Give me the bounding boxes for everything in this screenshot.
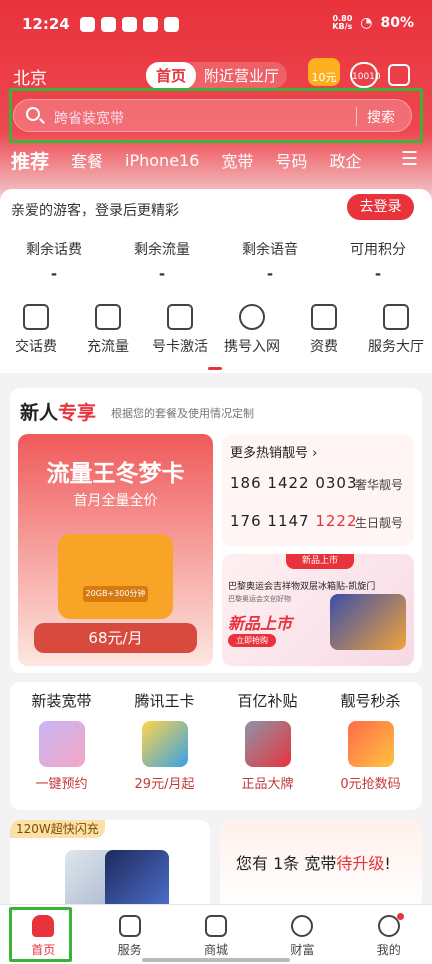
tab-broadband[interactable]: 宽带 [221,148,253,172]
net-speed: 0.80 KB/s [332,14,353,31]
ad-headline: 新品上市 [228,614,293,633]
number-row[interactable]: 176 1147 1222 [230,512,358,530]
highlight-frame-home-tab [9,907,72,962]
stat-balance[interactable]: 剩余话费 - [0,239,108,283]
stat-voice[interactable]: 剩余语音 - [216,239,324,283]
tab-wealth[interactable]: 财富 [259,905,345,964]
promo-title: 流量王冬梦卡 [46,461,185,487]
newcomer-section: 新人专享 根据您的套餐及使用情况定制 流量王冬梦卡 首月全量全价 20GB+30… [10,388,422,673]
tab-mall[interactable]: 商城 [173,905,259,964]
fast-charge-card[interactable]: 120W超快闪充 [10,820,210,910]
new-product-ad[interactable]: 新品上市 巴黎奥运会吉祥物双层冰箱贴-凯旋门 巴黎奥运会文创好物 新品上市 立即… [222,554,414,666]
mode-toggle[interactable]: 首页 附近营业厅 [146,61,288,89]
router-image [38,721,85,767]
quick-service-hall[interactable]: 服务大厅 [360,304,432,356]
tab-home-mode[interactable]: 首页 [146,61,197,89]
quick-pay-bill[interactable]: 交话费 [0,304,72,356]
broadband-upgrade-card[interactable]: 您有 1条 宽带待升级! [220,820,422,910]
greeting-text: 亲爱的游客，登录后更精彩 [11,203,179,219]
shopping-bag-icon [204,915,227,937]
profile-icon [377,915,400,937]
hot-numbers-card[interactable]: 更多热销靓号 › 186 1422 0303 奢华靓号 176 1147 122… [222,434,414,546]
login-button[interactable]: 去登录 [347,194,414,220]
globe-icon [239,304,265,330]
category-tabs: 推荐 套餐 iPhone16 宽带 号码 政企 ☰ [0,145,432,175]
status-bar: 12:24 0.80 KB/s ◔ 80% [0,0,432,50]
phone-bill-icon [23,304,49,330]
promo-tag: 20GB+300分钟 [83,586,148,602]
number-label: 奢华靓号 [355,478,404,492]
upgrade-text: 您有 1条 宽带待升级! [236,854,391,873]
tariff-icon [311,304,337,330]
balance-stats: 剩余话费 - 剩余流量 - 剩余语音 - 可用积分 - [0,239,432,283]
service-number-flash-sale[interactable]: 靓号秒杀 0元抢数码 [319,682,422,810]
number-label: 生日靓号 [355,516,404,530]
tab-recommend[interactable]: 推荐 [11,147,49,174]
wealth-icon [291,915,314,937]
service-subsidy[interactable]: 百亿补贴 正品大牌 [216,682,319,810]
ad-title: 巴黎奥运会吉祥物双层冰箱贴-凯旋门 [228,582,376,592]
tab-enterprise[interactable]: 政企 [329,148,361,172]
battery-level: 80% [380,15,414,31]
tab-nearby-stores[interactable]: 附近营业厅 [196,65,287,86]
ad-ribbon: 新品上市 [286,554,354,569]
menu-icon[interactable]: ☰ [401,148,418,170]
phones-image [244,721,291,767]
quick-actions: 交话费 充流量 号卡激活 携号入网 资费 服务大厅 [0,304,432,356]
more-numbers-link[interactable]: 更多热销靓号 › [230,442,317,461]
services-icon [118,915,141,937]
wifi-icon: ◔ [360,15,373,31]
section-title: 新人专享 [20,402,97,424]
highlight-frame-search [9,88,423,143]
status-right: 0.80 KB/s ◔ 80% [332,14,414,32]
red-envelope-image [347,721,394,767]
notification-dot [396,913,404,920]
promo-subtitle: 首月全量全价 [73,493,158,509]
folder-data-icon [95,304,121,330]
sim-activate-icon [167,304,193,330]
tab-numbers[interactable]: 号码 [275,148,307,172]
section-subtitle: 根据您的套餐及使用情况定制 [111,407,254,420]
arc-de-triomphe-image [330,594,406,650]
stat-data[interactable]: 剩余流量 - [108,239,216,283]
phone-image [105,850,169,910]
tab-iphone16[interactable]: iPhone16 [125,151,199,170]
notification-icons [80,17,179,32]
gift-box-illustration: 20GB+300分钟 [58,534,173,619]
tab-plans[interactable]: 套餐 [71,148,103,172]
services-row: 新装宽带 一键预约 腾讯王卡 29元/月起 百亿补贴 正品大牌 靓号秒杀 0元抢数码 [10,682,422,810]
scan-icon[interactable] [388,64,410,86]
top-bar: 北京 首页 附近营业厅 10元 10010 [0,58,432,92]
service-tencent-card[interactable]: 腾讯王卡 29元/月起 [113,682,216,810]
ad-subtitle: 巴黎奥运会文创好物 [228,595,291,603]
coin-reward-icon[interactable]: 10元 [308,58,340,86]
number-row[interactable]: 186 1422 0303 [230,474,358,492]
account-card: 亲爱的游客，登录后更精彩 去登录 剩余话费 - 剩余流量 - 剩余语音 - 可用积分 -… [0,189,432,373]
grid-icon [383,304,409,330]
quick-recharge-data[interactable]: 充流量 [72,304,144,356]
quick-port-in[interactable]: 携号入网 [216,304,288,356]
customer-service-icon[interactable]: 10010 [350,62,381,88]
stat-points[interactable]: 可用积分 - [324,239,432,283]
promo-price-button[interactable]: 68元/月 [34,623,197,653]
buy-now-button[interactable]: 立即抢购 [228,634,276,647]
quick-sim-activate[interactable]: 号卡激活 [144,304,216,356]
tab-services[interactable]: 服务 [86,905,172,964]
promo-card[interactable]: 流量王冬梦卡 首月全量全价 20GB+300分钟 68元/月 [18,434,213,666]
city-selector[interactable]: 北京 [13,64,47,89]
gesture-bar [142,958,290,962]
penguin-card-image [141,721,188,767]
quick-tariff[interactable]: 资费 [288,304,360,356]
scroll-indicator [208,367,222,370]
tab-profile[interactable]: 我的 [346,905,432,964]
fast-charge-tag: 120W超快闪充 [10,820,105,838]
service-broadband[interactable]: 新装宽带 一键预约 [10,682,113,810]
status-time: 12:24 [22,15,70,33]
